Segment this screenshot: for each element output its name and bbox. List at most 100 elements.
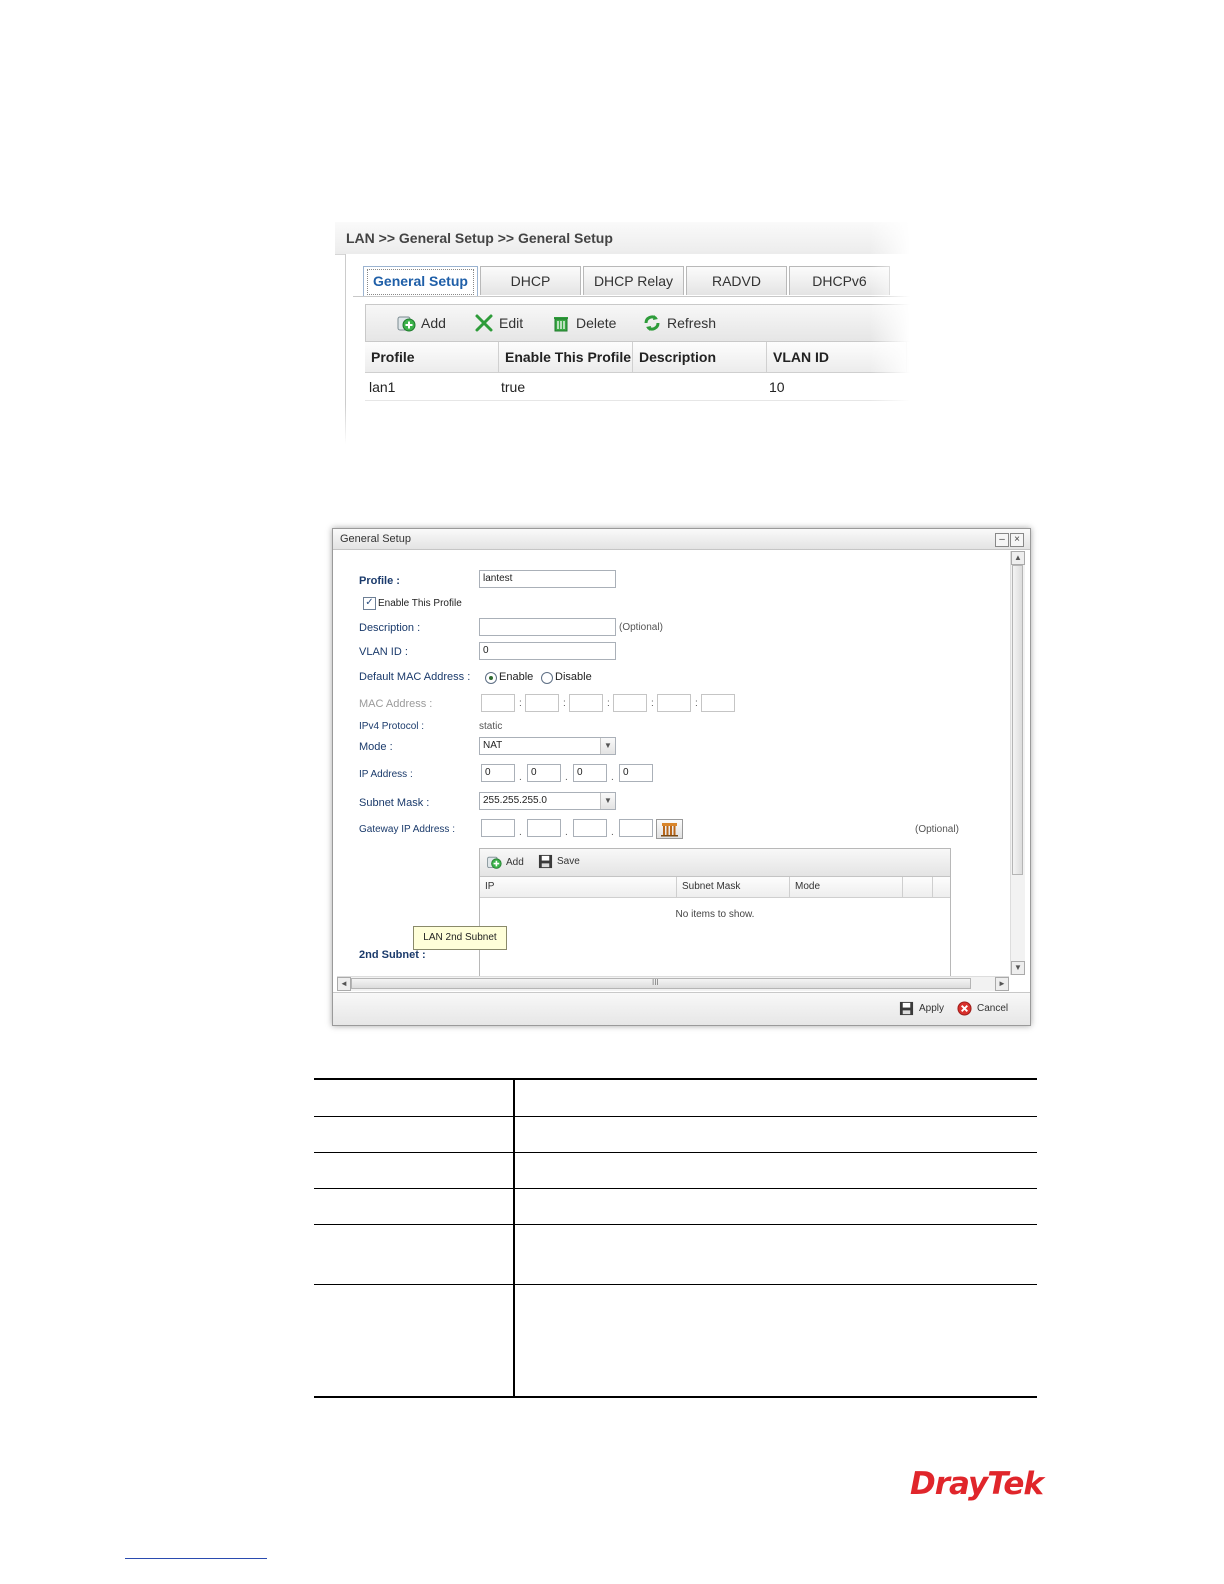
- add-button[interactable]: Add: [396, 312, 446, 334]
- horizontal-scrollbar[interactable]: ◄ III ►: [337, 976, 1009, 991]
- column-ip[interactable]: IP: [480, 877, 677, 897]
- mode-value: NAT: [483, 740, 503, 751]
- column-subnet-mask[interactable]: Subnet Mask: [677, 877, 790, 897]
- second-subnet-label: 2nd Subnet :: [359, 949, 426, 961]
- table-row: [314, 1187, 1037, 1224]
- scroll-up-icon[interactable]: ▲: [1011, 551, 1025, 565]
- column-actions: [903, 877, 933, 897]
- gateway-octet-4[interactable]: [619, 819, 653, 837]
- column-mode[interactable]: Mode: [790, 877, 903, 897]
- column-profile[interactable]: Profile: [365, 342, 499, 372]
- ip-sep: .: [565, 772, 568, 783]
- mac-octet-3[interactable]: [569, 694, 603, 712]
- breadcrumb-text: LAN >> General Setup >> General Setup: [346, 230, 613, 246]
- profile-input[interactable]: lantest: [479, 570, 616, 588]
- edit-label: Edit: [499, 315, 524, 331]
- ip-address-label: IP Address :: [359, 769, 413, 780]
- cancel-label: Cancel: [977, 1003, 1009, 1014]
- mode-select[interactable]: NAT ▼: [479, 737, 616, 755]
- gateway-sep: .: [519, 827, 522, 838]
- vlan-id-label: VLAN ID :: [359, 646, 408, 658]
- tab-dhcp-relay[interactable]: DHCP Relay: [583, 266, 684, 295]
- general-setup-dialog: General Setup – × Profile : lantest ✓ En…: [332, 528, 1031, 1026]
- vertical-scroll-thumb[interactable]: [1012, 565, 1023, 875]
- add-icon: [487, 856, 502, 869]
- subnet-save-button[interactable]: Save: [538, 854, 580, 869]
- cell-description: [633, 374, 637, 400]
- ip-octet-1[interactable]: 0: [481, 764, 515, 782]
- mac-octet-4[interactable]: [613, 694, 647, 712]
- edit-button[interactable]: Edit: [474, 312, 523, 334]
- cell-vlan-id: 10: [769, 379, 785, 395]
- scroll-grip: III: [652, 978, 659, 987]
- gateway-octet-3[interactable]: [573, 819, 607, 837]
- tab-dhcp[interactable]: DHCP: [480, 266, 581, 295]
- mac-sep: :: [695, 698, 698, 709]
- tab-divider: [353, 296, 910, 297]
- tab-general-setup[interactable]: General Setup: [363, 266, 478, 297]
- mac-octet-2[interactable]: [525, 694, 559, 712]
- gateway-octet-1[interactable]: [481, 819, 515, 837]
- table-cell: [514, 1078, 1037, 1116]
- table-row: [314, 1151, 1037, 1188]
- table-cell: [514, 1187, 1037, 1224]
- gateway-lookup-button[interactable]: [656, 819, 683, 839]
- vertical-scrollbar[interactable]: ▲ ▼: [1010, 551, 1025, 975]
- subnet-add-button[interactable]: Add: [486, 854, 524, 870]
- chevron-down-icon: ▼: [600, 738, 615, 754]
- mac-octet-6[interactable]: [701, 694, 735, 712]
- ip-octet-2[interactable]: 0: [527, 764, 561, 782]
- profile-grid-header: Profile Enable This Profile Description …: [365, 342, 910, 373]
- table-cell: [514, 1283, 1037, 1398]
- save-icon: [538, 854, 553, 869]
- second-subnet-grid: Add Save IP Subnet Mask Mode No items to…: [479, 848, 951, 980]
- apply-label: Apply: [919, 1003, 945, 1014]
- ip-octet-4[interactable]: 0: [619, 764, 653, 782]
- table-row: [314, 1283, 1037, 1398]
- empty-message: No items to show.: [675, 909, 755, 920]
- fade-bottom: [335, 404, 910, 444]
- description-input[interactable]: [479, 618, 616, 636]
- enable-profile-checkbox[interactable]: ✓: [363, 597, 376, 610]
- table-cell: [314, 1151, 515, 1188]
- mac-enable-radio[interactable]: [485, 672, 497, 684]
- scroll-right-icon[interactable]: ►: [995, 977, 1009, 991]
- minimize-icon[interactable]: –: [995, 533, 1009, 547]
- save-icon: [899, 1001, 914, 1016]
- delete-button[interactable]: Delete: [551, 312, 616, 334]
- refresh-label: Refresh: [667, 315, 717, 331]
- breadcrumb: LAN >> General Setup >> General Setup: [335, 222, 910, 255]
- close-icon[interactable]: ×: [1010, 533, 1024, 547]
- cell-enabled: true: [501, 379, 526, 395]
- column-description[interactable]: Description: [633, 342, 767, 372]
- tooltip-lan-2nd-subnet: LAN 2nd Subnet: [413, 926, 507, 950]
- tab-radvd[interactable]: RADVD: [686, 266, 787, 295]
- vlan-id-input[interactable]: 0: [479, 642, 616, 660]
- column-enable-this-profile[interactable]: Enable This Profile: [499, 342, 633, 372]
- dialog-titlebar: General Setup – ×: [333, 529, 1030, 550]
- enable-profile-label: Enable This Profile: [378, 598, 462, 609]
- mac-disable-label: Disable: [555, 671, 592, 683]
- gateway-optional: (Optional): [915, 824, 959, 835]
- fade-top: [335, 208, 910, 222]
- gateway-octet-2[interactable]: [527, 819, 561, 837]
- horizontal-scroll-thumb[interactable]: III: [351, 978, 971, 989]
- scroll-left-icon[interactable]: ◄: [337, 977, 351, 991]
- mac-disable-radio[interactable]: [541, 672, 553, 684]
- gateway-sep: .: [611, 827, 614, 838]
- profile-label: Profile :: [359, 575, 400, 587]
- apply-button[interactable]: Apply: [899, 1001, 944, 1016]
- ip-sep: .: [611, 772, 614, 783]
- ip-octet-3[interactable]: 0: [573, 764, 607, 782]
- subnet-mask-select[interactable]: 255.255.255.0 ▼: [479, 792, 616, 810]
- table-cell: [314, 1078, 515, 1116]
- table-row[interactable]: lan1 true 10: [365, 374, 910, 401]
- scroll-down-icon[interactable]: ▼: [1011, 961, 1025, 975]
- mac-octet-1[interactable]: [481, 694, 515, 712]
- description-table: [314, 1078, 1037, 1398]
- subnet-mask-value: 255.255.255.0: [483, 795, 547, 806]
- mac-octet-5[interactable]: [657, 694, 691, 712]
- refresh-button[interactable]: Refresh: [642, 312, 716, 334]
- profile-toolbar: Add Edit Delete Refresh: [365, 304, 910, 342]
- cancel-button[interactable]: Cancel: [957, 1001, 1008, 1016]
